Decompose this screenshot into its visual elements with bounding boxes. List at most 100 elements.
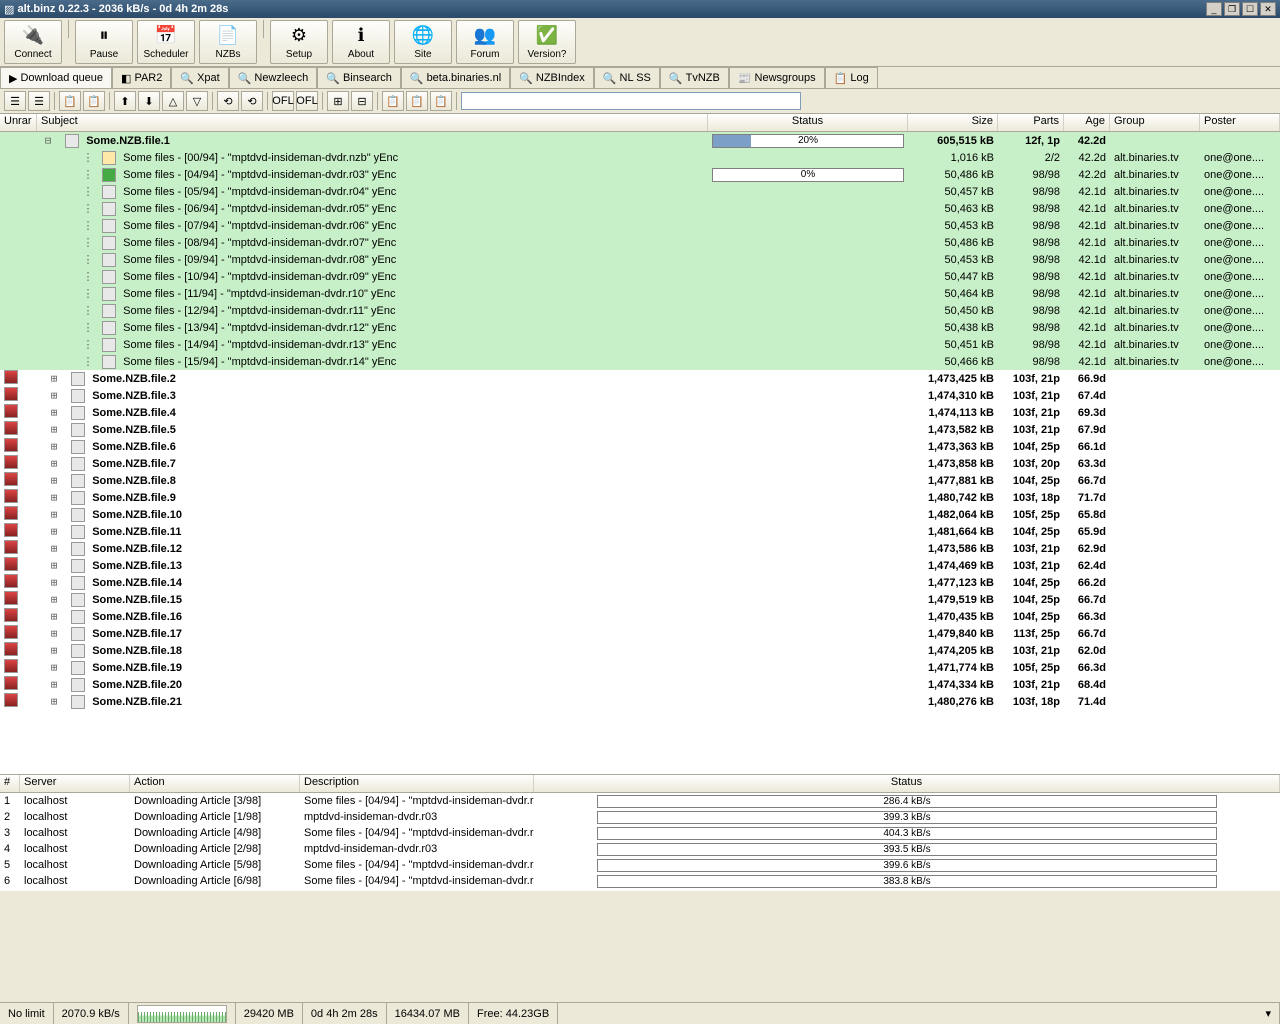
table-row[interactable]: ⊞ Some.NZB.file.71,473,858 kB103f, 20p63… — [0, 455, 1280, 472]
col-conn-num[interactable]: # — [0, 775, 20, 792]
expand-icon[interactable]: ⊞ — [47, 423, 61, 436]
minibtn-1[interactable]: ☰ — [28, 91, 50, 111]
connection-row[interactable]: 6localhostDownloading Article [6/98]Some… — [0, 873, 1280, 889]
connection-row[interactable]: 4localhostDownloading Article [2/98]mptd… — [0, 841, 1280, 857]
table-row[interactable]: ⋮ Some files - [10/94] - "mptdvd-insidem… — [0, 268, 1280, 285]
collapse-icon[interactable]: ⊟ — [41, 134, 55, 147]
tab-beta-binaries-nl[interactable]: 🔍beta.binaries.nl — [401, 67, 510, 88]
expand-icon[interactable]: ⊞ — [47, 678, 61, 691]
minibtn-3[interactable]: 📋 — [83, 91, 105, 111]
expand-icon[interactable]: ⊞ — [47, 474, 61, 487]
tab-newzleech[interactable]: 🔍Newzleech — [229, 67, 318, 88]
expand-icon[interactable]: ⊞ — [47, 576, 61, 589]
tab-nl-ss[interactable]: 🔍NL SS — [594, 67, 660, 88]
table-row[interactable]: ⊞ Some.NZB.file.131,474,469 kB103f, 21p6… — [0, 557, 1280, 574]
maximize-button[interactable]: ☐ — [1242, 2, 1258, 16]
minibtn-5[interactable]: ⬇ — [138, 91, 160, 111]
col-parts[interactable]: Parts — [998, 114, 1064, 131]
table-row[interactable]: ⊞ Some.NZB.file.171,479,840 kB113f, 25p6… — [0, 625, 1280, 642]
table-row[interactable]: ⊞ Some.NZB.file.41,474,113 kB103f, 21p69… — [0, 404, 1280, 421]
toolbar-about[interactable]: ℹAbout — [332, 20, 390, 64]
expand-icon[interactable]: ⊞ — [47, 440, 61, 453]
tab-nzbindex[interactable]: 🔍NZBIndex — [510, 67, 594, 88]
expand-icon[interactable]: ⊞ — [47, 695, 61, 708]
table-row[interactable]: ⊞ Some.NZB.file.201,474,334 kB103f, 21p6… — [0, 676, 1280, 693]
table-row[interactable]: ⋮ Some files - [09/94] - "mptdvd-insidem… — [0, 251, 1280, 268]
dropdown-icon[interactable]: ▾ — [1257, 1003, 1280, 1024]
table-row[interactable]: ⊞ Some.NZB.file.81,477,881 kB104f, 25p66… — [0, 472, 1280, 489]
table-row[interactable]: ⋮ Some files - [13/94] - "mptdvd-insidem… — [0, 319, 1280, 336]
minibtn-16[interactable]: 📋 — [430, 91, 452, 111]
col-age[interactable]: Age — [1064, 114, 1110, 131]
expand-icon[interactable]: ⊞ — [47, 372, 61, 385]
col-poster[interactable]: Poster — [1200, 114, 1280, 131]
tab-binsearch[interactable]: 🔍Binsearch — [317, 67, 401, 88]
connection-row[interactable]: 3localhostDownloading Article [4/98]Some… — [0, 825, 1280, 841]
expand-icon[interactable]: ⊞ — [47, 508, 61, 521]
table-row[interactable]: ⊞ Some.NZB.file.161,470,435 kB104f, 25p6… — [0, 608, 1280, 625]
download-queue-list[interactable]: Unrar Subject Status Size Parts Age Grou… — [0, 114, 1280, 774]
tab-par2[interactable]: ◧PAR2 — [112, 67, 171, 88]
col-subject[interactable]: Subject — [37, 114, 708, 131]
expand-icon[interactable]: ⊞ — [47, 389, 61, 402]
table-row[interactable]: ⋮ Some files - [07/94] - "mptdvd-insidem… — [0, 217, 1280, 234]
restore-button[interactable]: ❐ — [1224, 2, 1240, 16]
toolbar-nzbs[interactable]: 📄NZBs — [199, 20, 257, 64]
table-row[interactable]: ⋮ Some files - [11/94] - "mptdvd-insidem… — [0, 285, 1280, 302]
table-row[interactable]: ⊞ Some.NZB.file.211,480,276 kB103f, 18p7… — [0, 693, 1280, 710]
expand-icon[interactable]: ⊞ — [47, 661, 61, 674]
table-row[interactable]: ⊞ Some.NZB.file.21,473,425 kB103f, 21p66… — [0, 370, 1280, 387]
table-row[interactable]: ⊞ Some.NZB.file.181,474,205 kB103f, 21p6… — [0, 642, 1280, 659]
connection-row[interactable]: 2localhostDownloading Article [1/98]mptd… — [0, 809, 1280, 825]
tab-xpat[interactable]: 🔍Xpat — [171, 67, 228, 88]
minibtn-2[interactable]: 📋 — [59, 91, 81, 111]
minibtn-6[interactable]: △ — [162, 91, 184, 111]
toolbar-forum[interactable]: 👥Forum — [456, 20, 514, 64]
col-conn-action[interactable]: Action — [130, 775, 300, 792]
minibtn-10[interactable]: OFL — [272, 91, 294, 111]
col-group[interactable]: Group — [1110, 114, 1200, 131]
table-row[interactable]: ⊞ Some.NZB.file.111,481,664 kB104f, 25p6… — [0, 523, 1280, 540]
col-status[interactable]: Status — [708, 114, 908, 131]
filter-input[interactable] — [461, 92, 801, 110]
minimize-button[interactable]: _ — [1206, 2, 1222, 16]
table-row[interactable]: ⊞ Some.NZB.file.101,482,064 kB105f, 25p6… — [0, 506, 1280, 523]
toolbar-pause[interactable]: ⏸Pause — [75, 20, 133, 64]
limit-cell[interactable]: No limit — [0, 1003, 54, 1024]
table-row[interactable]: ⋮ Some files - [12/94] - "mptdvd-insidem… — [0, 302, 1280, 319]
table-row[interactable]: ⋮ Some files - [05/94] - "mptdvd-insidem… — [0, 183, 1280, 200]
toolbar-site[interactable]: 🌐Site — [394, 20, 452, 64]
minibtn-8[interactable]: ⟲ — [217, 91, 239, 111]
table-row[interactable]: ⊞ Some.NZB.file.121,473,586 kB103f, 21p6… — [0, 540, 1280, 557]
table-row[interactable]: ⋮ Some files - [08/94] - "mptdvd-insidem… — [0, 234, 1280, 251]
expand-icon[interactable]: ⊞ — [47, 559, 61, 572]
table-row[interactable]: ⊞ Some.NZB.file.61,473,363 kB104f, 25p66… — [0, 438, 1280, 455]
tab-newsgroups[interactable]: 📰Newsgroups — [729, 67, 825, 88]
close-button[interactable]: ✕ — [1260, 2, 1276, 16]
expand-icon[interactable]: ⊞ — [47, 525, 61, 538]
minibtn-7[interactable]: ▽ — [186, 91, 208, 111]
col-conn-server[interactable]: Server — [20, 775, 130, 792]
table-row[interactable]: ⊞ Some.NZB.file.51,473,582 kB103f, 21p67… — [0, 421, 1280, 438]
col-conn-status[interactable]: Status — [534, 775, 1280, 792]
tab-log[interactable]: 📋Log — [825, 67, 878, 88]
expand-icon[interactable]: ⊞ — [47, 627, 61, 640]
toolbar-setup[interactable]: ⚙Setup — [270, 20, 328, 64]
table-row[interactable]: ⋮ Some files - [06/94] - "mptdvd-insidem… — [0, 200, 1280, 217]
connection-row[interactable]: 5localhostDownloading Article [5/98]Some… — [0, 857, 1280, 873]
table-row[interactable]: ⊞ Some.NZB.file.191,471,774 kB105f, 25p6… — [0, 659, 1280, 676]
expand-icon[interactable]: ⊞ — [47, 406, 61, 419]
col-size[interactable]: Size — [908, 114, 998, 131]
table-row[interactable]: ⋮ Some files - [14/94] - "mptdvd-insidem… — [0, 336, 1280, 353]
minibtn-11[interactable]: OFL — [296, 91, 318, 111]
tab-tvnzb[interactable]: 🔍TvNZB — [660, 67, 729, 88]
toolbar-scheduler[interactable]: 📅Scheduler — [137, 20, 195, 64]
minibtn-4[interactable]: ⬆ — [114, 91, 136, 111]
minibtn-13[interactable]: ⊟ — [351, 91, 373, 111]
table-row[interactable]: ⊞ Some.NZB.file.91,480,742 kB103f, 18p71… — [0, 489, 1280, 506]
table-row[interactable]: ⊞ Some.NZB.file.31,474,310 kB103f, 21p67… — [0, 387, 1280, 404]
minibtn-9[interactable]: ⟲ — [241, 91, 263, 111]
minibtn-0[interactable]: ☰ — [4, 91, 26, 111]
expand-icon[interactable]: ⊞ — [47, 491, 61, 504]
expand-icon[interactable]: ⊞ — [47, 593, 61, 606]
